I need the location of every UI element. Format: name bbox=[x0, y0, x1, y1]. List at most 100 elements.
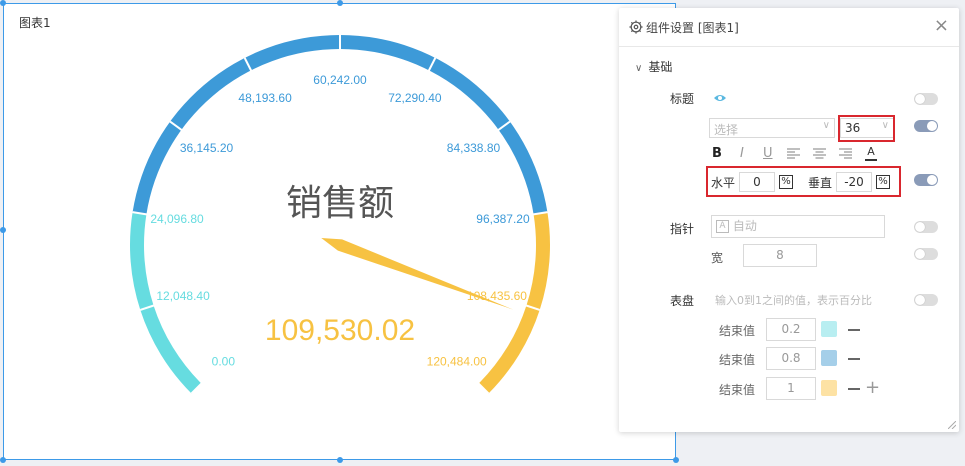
gauge-tick-label: 120,484.00 bbox=[427, 355, 487, 369]
gauge-minor-tick bbox=[235, 80, 240, 87]
gauge-minor-tick bbox=[171, 145, 179, 150]
gauge-minor-tick bbox=[193, 115, 200, 122]
gauge-tick-label: 48,193.60 bbox=[238, 91, 292, 105]
gauge-tick-label: 72,290.40 bbox=[388, 91, 442, 105]
gauge-value: 109,530.02 bbox=[265, 314, 415, 347]
underline-button[interactable]: U bbox=[763, 146, 773, 161]
font-family-select[interactable]: 选择 ∨ bbox=[709, 118, 835, 138]
gauge-minor-tick bbox=[302, 53, 306, 61]
italic-button[interactable]: I bbox=[740, 146, 744, 161]
gauge-tick-label: 36,145.20 bbox=[180, 141, 234, 155]
color-swatch-3[interactable] bbox=[821, 380, 837, 396]
gauge-minor-tick bbox=[480, 115, 487, 122]
gauge-minor-tick bbox=[156, 178, 164, 182]
dial-label: 表盘 bbox=[670, 294, 695, 308]
remove-icon[interactable] bbox=[848, 358, 860, 360]
gauge-minor-tick bbox=[516, 178, 524, 182]
font-size-highlight bbox=[838, 115, 895, 142]
align-left-icon[interactable] bbox=[787, 148, 800, 160]
gauge-minor-tick bbox=[285, 57, 289, 65]
vertical-input[interactable]: -20 bbox=[836, 172, 872, 192]
vertical-label: 垂直 bbox=[808, 176, 833, 190]
add-icon[interactable]: + bbox=[865, 379, 880, 397]
color-swatch-2[interactable] bbox=[821, 350, 837, 366]
title-visible-toggle[interactable] bbox=[914, 93, 938, 105]
gauge-minor-tick bbox=[374, 53, 378, 61]
gauge-minor-tick bbox=[495, 350, 502, 356]
pointer-width-toggle[interactable] bbox=[914, 248, 938, 260]
pointer-auto-text: 自动 bbox=[732, 219, 757, 233]
gauge-minor-tick bbox=[408, 63, 413, 71]
horizontal-input[interactable]: 0 bbox=[739, 172, 775, 192]
pointer-toggle[interactable] bbox=[914, 221, 938, 233]
horizontal-label: 水平 bbox=[711, 176, 736, 190]
gauge-minor-tick bbox=[440, 80, 445, 87]
panel-header: 组件设置 [图表1] × bbox=[619, 8, 959, 47]
gear-icon bbox=[629, 20, 643, 34]
remove-icon[interactable] bbox=[848, 329, 860, 331]
width-label: 宽 bbox=[711, 251, 724, 265]
gauge-minor-tick bbox=[512, 319, 520, 323]
eye-icon[interactable] bbox=[713, 93, 727, 103]
end-value-input-3[interactable]: 1 bbox=[766, 377, 816, 400]
gauge-minor-tick bbox=[168, 335, 176, 340]
gauge-tick-label: 12,048.40 bbox=[156, 289, 210, 303]
color-swatch-1[interactable] bbox=[821, 321, 837, 337]
end-value-input-2[interactable]: 0.8 bbox=[766, 347, 816, 370]
gauge-minor-tick bbox=[267, 63, 272, 71]
resize-grip-icon[interactable] bbox=[948, 421, 956, 429]
pointer-color-input[interactable]: A 自动 bbox=[711, 215, 885, 238]
gauge-minor-tick bbox=[149, 285, 157, 289]
gauge-title: 销售额 bbox=[286, 183, 394, 224]
panel-title: 组件设置 [图表1] bbox=[646, 21, 739, 35]
gauge-tick-label: 84,338.80 bbox=[447, 141, 501, 155]
gauge-tick-label: 96,387.20 bbox=[476, 212, 530, 226]
dial-toggle[interactable] bbox=[914, 294, 938, 306]
gauge-minor-tick bbox=[523, 285, 531, 289]
dial-hint: 输入0到1之间的值，表示百分比 bbox=[715, 294, 872, 307]
pointer-label: 指针 bbox=[670, 222, 695, 236]
gauge-minor-tick bbox=[160, 319, 168, 323]
gauge-minor-tick bbox=[146, 268, 154, 270]
chevron-down-icon: ∨ bbox=[635, 63, 643, 74]
title-label: 标题 bbox=[670, 92, 695, 106]
end-value-input-1[interactable]: 0.2 bbox=[766, 318, 816, 341]
gauge-minor-tick bbox=[357, 50, 359, 58]
settings-panel: 组件设置 [图表1] × ∨ 基础 标题 选择 ∨ 36 ∨ B I U A 水平 0… bbox=[619, 8, 959, 432]
end-value-label: 结束值 bbox=[719, 383, 756, 397]
align-right-icon[interactable] bbox=[839, 148, 852, 160]
gauge-minor-tick bbox=[509, 161, 517, 166]
title-position-toggle[interactable] bbox=[914, 174, 938, 186]
gauge-minor-tick bbox=[501, 145, 509, 150]
horizontal-percent-toggle[interactable]: % bbox=[779, 175, 793, 189]
title-style-toggle[interactable] bbox=[914, 120, 938, 132]
section-basic[interactable]: ∨ 基础 bbox=[635, 58, 672, 75]
vertical-percent-toggle[interactable]: % bbox=[876, 175, 890, 189]
gauge-minor-tick bbox=[163, 161, 171, 166]
gauge-chart: 0.00 12,048.40 24,096.80 36,145.20 48,193.60… bbox=[130, 35, 550, 395]
gauge-tick-label: 0.00 bbox=[212, 355, 236, 369]
gauge-minor-tick bbox=[189, 364, 196, 370]
bold-button[interactable]: B bbox=[712, 146, 722, 161]
gauge-tick-label: 24,096.80 bbox=[150, 212, 204, 226]
font-color-button[interactable]: A bbox=[865, 146, 877, 161]
gauge-minor-tick bbox=[206, 102, 212, 109]
pointer-width-input[interactable]: 8 bbox=[743, 244, 817, 267]
gauge-pointer bbox=[321, 238, 514, 310]
gauge-tick-label: 60,242.00 bbox=[313, 73, 367, 87]
font-family-placeholder: 选择 bbox=[714, 123, 739, 137]
section-basic-label: 基础 bbox=[648, 60, 673, 74]
gauge-minor-tick bbox=[391, 57, 395, 65]
gauge-minor-tick bbox=[151, 196, 159, 199]
end-value-label: 结束值 bbox=[719, 324, 756, 338]
gauge-minor-tick bbox=[526, 268, 534, 270]
align-center-icon[interactable] bbox=[813, 148, 826, 160]
gauge-minor-tick bbox=[454, 90, 460, 97]
remove-icon[interactable] bbox=[848, 388, 860, 390]
close-icon[interactable]: × bbox=[934, 17, 949, 35]
gauge-minor-tick bbox=[468, 102, 474, 109]
gauge-minor-tick bbox=[178, 350, 185, 356]
gauge-minor-tick bbox=[220, 90, 226, 97]
gauge-minor-tick bbox=[504, 335, 512, 340]
chevron-down-icon: ∨ bbox=[822, 120, 830, 131]
